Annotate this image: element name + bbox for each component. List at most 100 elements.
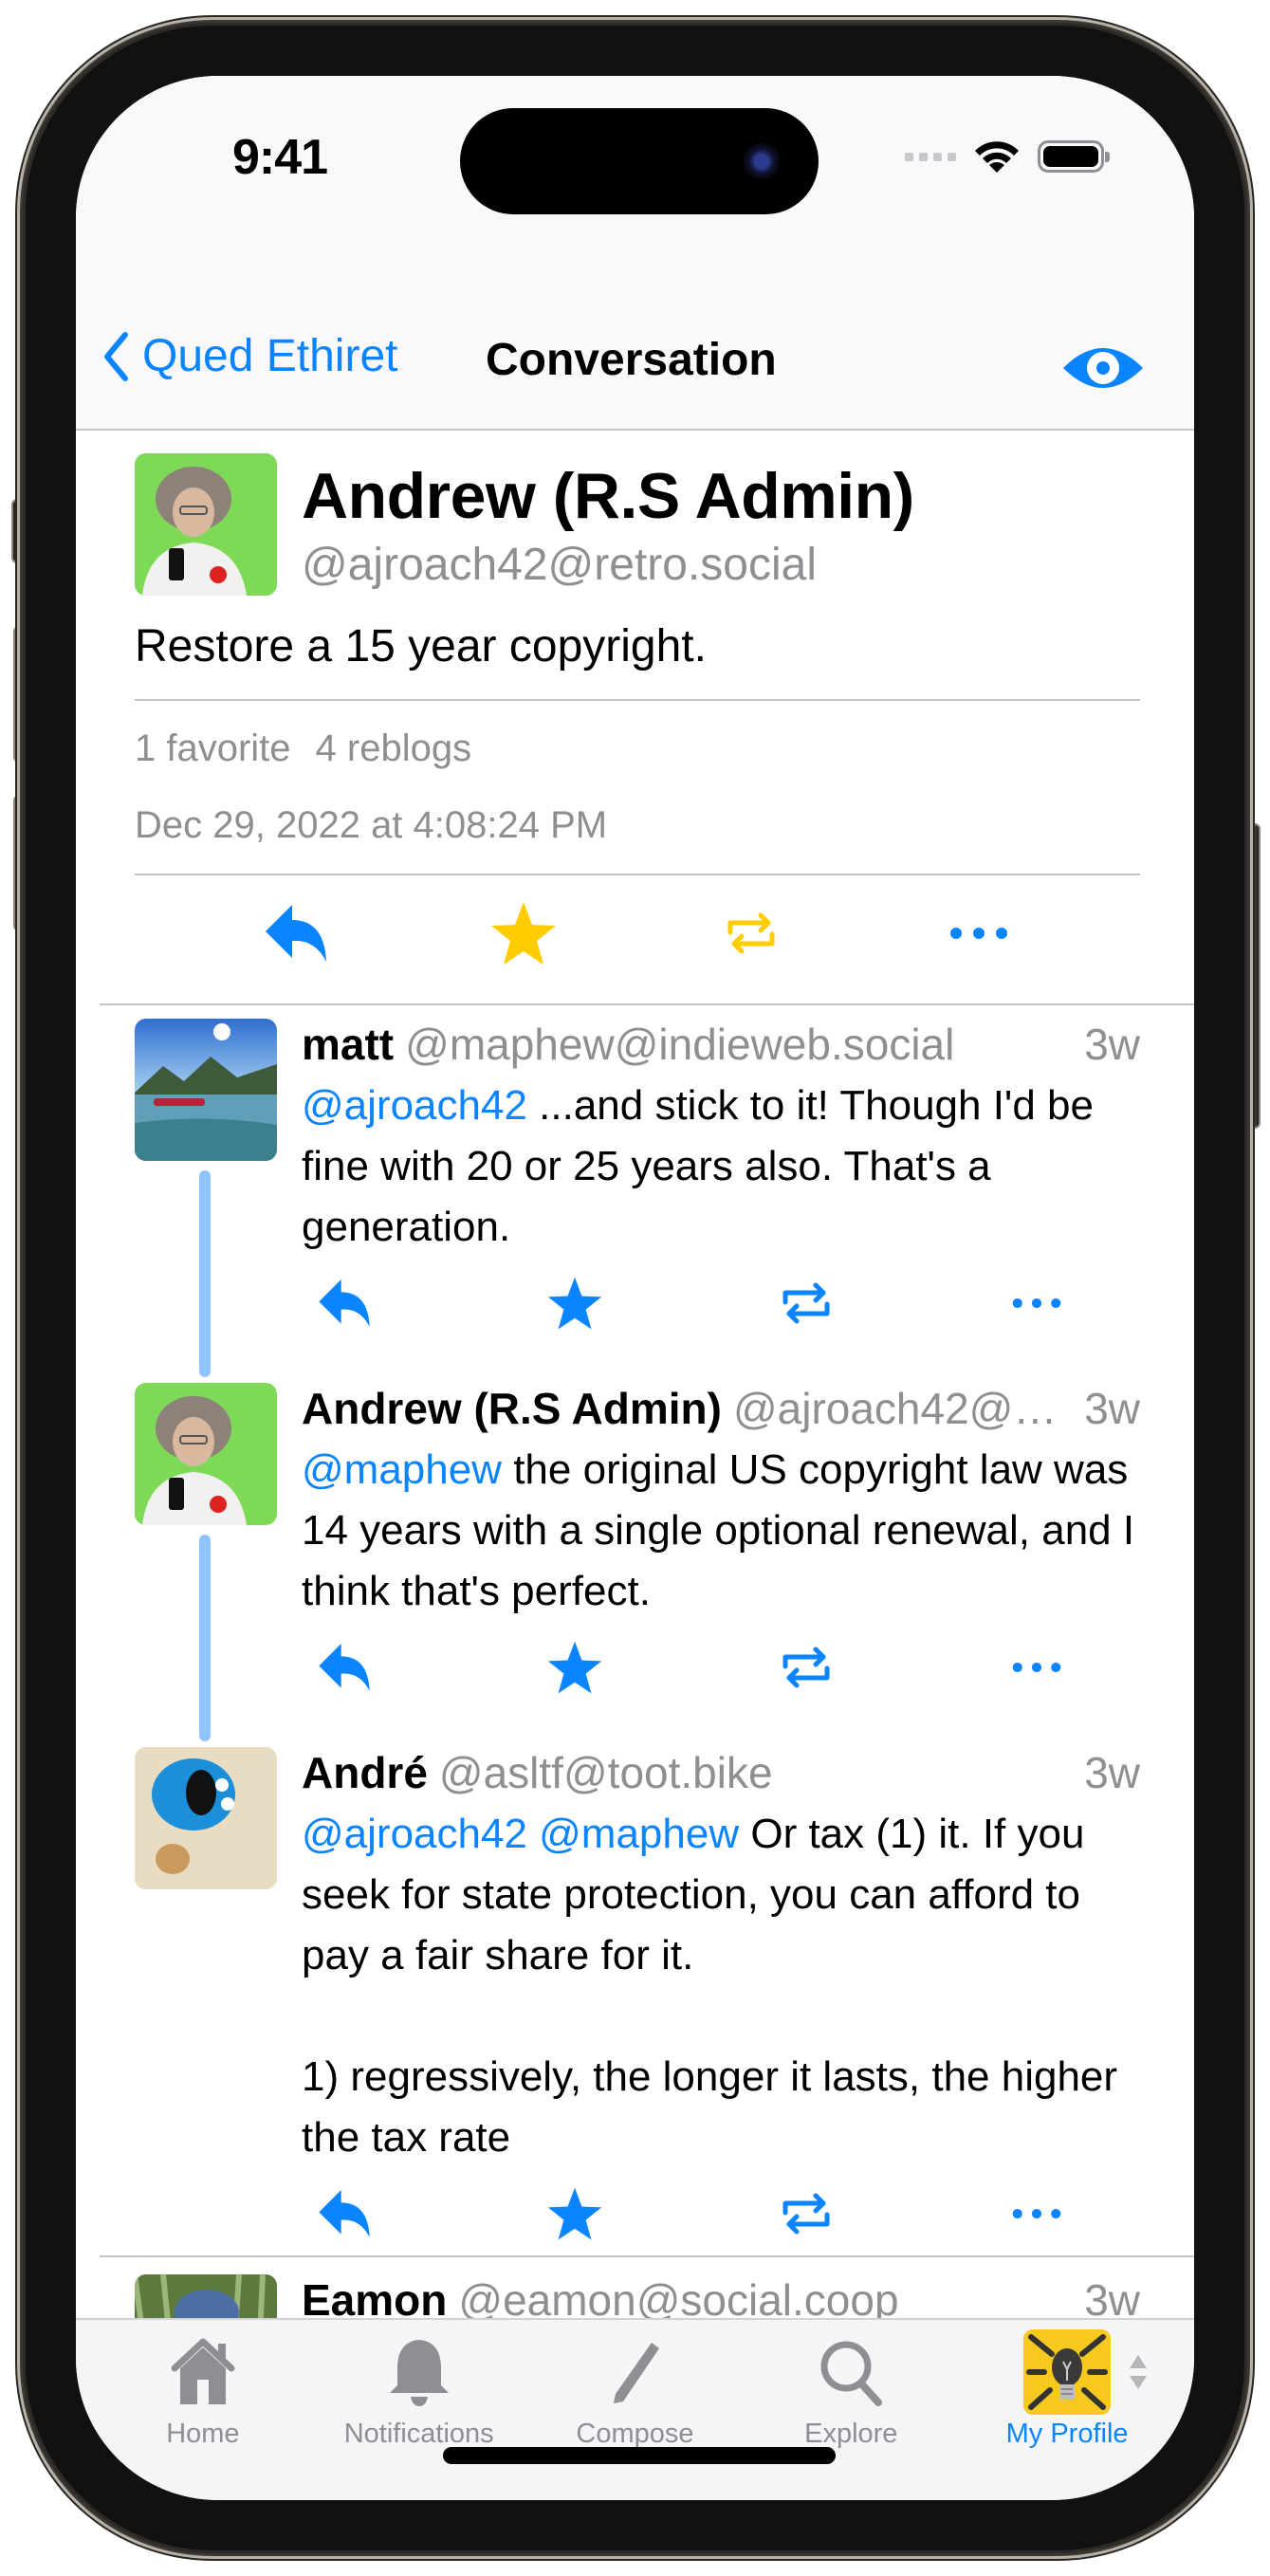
- chevron-left-icon: [104, 331, 128, 381]
- more-button[interactable]: [936, 895, 1022, 971]
- reply-button[interactable]: [302, 1265, 387, 1341]
- favorite-button[interactable]: [532, 1265, 617, 1341]
- reply-text: @ajroach42 @maphew Or tax (1) it. If you…: [302, 1804, 1140, 2168]
- cellular-signal-icon: [905, 152, 956, 161]
- favorite-button[interactable]: [532, 1629, 617, 1705]
- wifi-icon: [975, 141, 1019, 173]
- mention-link[interactable]: @ajroach42: [302, 1082, 527, 1129]
- favorite-button[interactable]: [532, 2176, 617, 2252]
- avatar[interactable]: [135, 2274, 277, 2318]
- reply-time: 3w: [1084, 1748, 1140, 1797]
- reply-author-name[interactable]: Eamon: [302, 2274, 447, 2318]
- author-handle[interactable]: @ajroach42@retro.social: [302, 539, 914, 591]
- tab-compose[interactable]: Compose: [530, 2329, 739, 2450]
- reply-post: André @asltf@toot.bike 3w @ajroach42 @ma…: [135, 1747, 1140, 2259]
- reblog-icon: [727, 912, 775, 954]
- power-button: [1245, 823, 1261, 1129]
- avatar[interactable]: [135, 1747, 277, 1889]
- status-time: 9:41: [232, 130, 328, 185]
- star-icon: [548, 1641, 602, 1694]
- tab-label: Notifications: [343, 2419, 494, 2449]
- mention-link[interactable]: @maphew: [302, 1446, 502, 1493]
- main-post-actions: [135, 875, 1140, 991]
- reply-post: Andrew (R.S Admin) @ajroach42@retro.soci…: [135, 1383, 1140, 1713]
- post-text: Restore a 15 year copyright.: [135, 621, 707, 672]
- reply-post: matt @maphew@indieweb.social 3w @ajroach…: [135, 1019, 1140, 1349]
- star-icon: [548, 1277, 602, 1330]
- author-name[interactable]: Andrew (R.S Admin): [302, 459, 914, 533]
- reply-author-name[interactable]: matt: [302, 1019, 394, 1070]
- post-timestamp: Dec 29, 2022 at 4:08:24 PM: [135, 804, 608, 846]
- reply-icon: [319, 2190, 370, 2237]
- tab-label: Home: [166, 2419, 240, 2449]
- reblog-icon: [782, 2193, 830, 2235]
- screen: 9:41 Qued Ethiret Conversation Andrew (R…: [76, 76, 1194, 2500]
- star-icon: [548, 2187, 602, 2240]
- tab-home[interactable]: Home: [99, 2329, 307, 2450]
- tab-my-profile[interactable]: My Profile: [963, 2329, 1171, 2450]
- reply-author-name[interactable]: Andrew (R.S Admin): [302, 1383, 722, 1434]
- reply-icon: [266, 905, 326, 962]
- reply-time: 3w: [1084, 1384, 1140, 1433]
- reply-icon: [319, 1644, 370, 1691]
- reblog-button[interactable]: [709, 895, 794, 971]
- more-button[interactable]: [994, 2176, 1079, 2252]
- dynamic-island: [460, 108, 819, 214]
- avatar-image: [135, 453, 277, 596]
- reply-actions: [302, 1622, 1079, 1713]
- reblog-button[interactable]: [764, 2176, 849, 2252]
- tab-explore[interactable]: Explore: [746, 2329, 955, 2450]
- avatar-image: [135, 2274, 277, 2318]
- magnifier-icon: [820, 2341, 883, 2406]
- post-stats: 1 favorite 4 reblogs: [135, 727, 1140, 770]
- camera-lens: [743, 142, 781, 180]
- visibility-toggle-button[interactable]: [1061, 341, 1145, 399]
- reply-author-handle[interactable]: @maphew@indieweb.social: [405, 1019, 1069, 1070]
- more-button[interactable]: [994, 1629, 1079, 1705]
- divider: [100, 1003, 1194, 1005]
- reply-author-name[interactable]: André: [302, 1747, 428, 1798]
- battery-icon: [1038, 140, 1110, 173]
- reblog-button[interactable]: [764, 1629, 849, 1705]
- lightbulb-avatar-icon: [1023, 2329, 1112, 2415]
- bell-icon: [389, 2340, 449, 2406]
- tab-label: My Profile: [1005, 2419, 1129, 2449]
- reply-author-handle[interactable]: @eamon@social.coop: [458, 2274, 1069, 2318]
- reblogs-count[interactable]: 4 reblogs: [316, 727, 472, 770]
- avatar-image: [135, 1747, 277, 1889]
- reply-time: 3w: [1084, 1020, 1140, 1069]
- divider: [135, 699, 1140, 701]
- reblog-icon: [782, 1282, 830, 1324]
- ellipsis-icon: [1012, 1297, 1061, 1309]
- mention-link[interactable]: @ajroach42 @maphew: [302, 1811, 739, 1857]
- reply-button[interactable]: [253, 895, 339, 971]
- avatar[interactable]: [135, 1383, 277, 1525]
- reply-text: @maphew the original US copyright law wa…: [302, 1440, 1140, 1622]
- account-switcher-icon[interactable]: [1128, 2353, 1149, 2391]
- tab-notifications[interactable]: Notifications: [315, 2329, 524, 2450]
- conversation-scroll-view[interactable]: Andrew (R.S Admin) @ajroach42@retro.soci…: [76, 431, 1194, 2318]
- reply-time: 3w: [1084, 2275, 1140, 2318]
- reply-post: Eamon @eamon@social.coop 3w: [135, 2274, 1140, 2318]
- status-indicators: [905, 138, 1110, 175]
- home-indicator[interactable]: [443, 2447, 836, 2464]
- avatar-image: [135, 1019, 277, 1161]
- star-filled-icon: [491, 902, 556, 965]
- reply-actions: [302, 1258, 1079, 1349]
- favorite-button[interactable]: [481, 895, 566, 971]
- favorites-count[interactable]: 1 favorite: [135, 727, 291, 770]
- reply-author-handle[interactable]: @ajroach42@retro.social: [733, 1383, 1069, 1434]
- back-button[interactable]: Qued Ethiret: [102, 330, 397, 382]
- avatar[interactable]: [135, 453, 277, 596]
- avatar[interactable]: [135, 1019, 277, 1161]
- eye-icon: [1063, 348, 1143, 388]
- avatar-image: [135, 1383, 277, 1525]
- more-button[interactable]: [994, 1265, 1079, 1341]
- reply-button[interactable]: [302, 1629, 387, 1705]
- reblog-button[interactable]: [764, 1265, 849, 1341]
- reply-button[interactable]: [302, 2176, 387, 2252]
- reply-author-handle[interactable]: @asltf@toot.bike: [439, 1747, 1069, 1798]
- tab-bar: Home Notifications Compose Explore My Pr…: [76, 2318, 1194, 2500]
- reblog-icon: [782, 1647, 830, 1688]
- reply-actions: [302, 2168, 1079, 2259]
